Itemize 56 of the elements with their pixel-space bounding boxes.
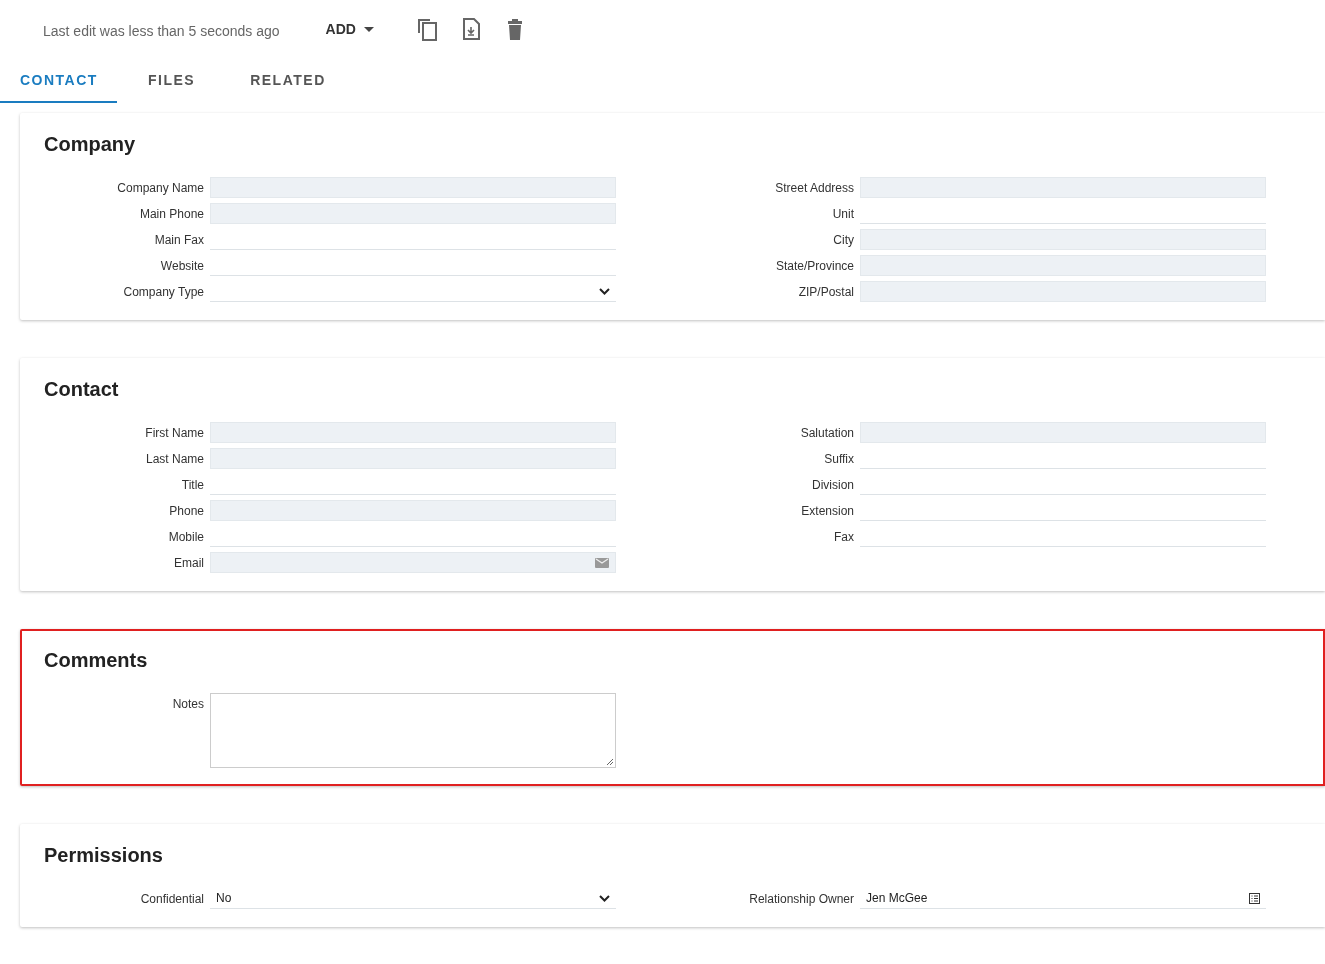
tab[interactable]: FILES (128, 58, 220, 103)
section-title: Company (44, 133, 137, 156)
field-label: Website (159, 258, 204, 273)
section-title: Comments (44, 649, 149, 672)
field-label: Division (811, 477, 854, 492)
field-value: Jen McGee (866, 891, 928, 905)
tab[interactable]: RELATED (230, 58, 350, 103)
input-field[interactable] (860, 229, 1266, 250)
field-label: Main Fax (153, 232, 204, 247)
input-field[interactable] (210, 177, 616, 198)
notes-field[interactable] (210, 693, 616, 768)
input-field[interactable] (210, 448, 616, 469)
tab[interactable]: CONTACT (0, 58, 117, 103)
resize-grip-icon[interactable] (606, 758, 614, 766)
dropdown-field[interactable]: No (210, 888, 616, 909)
field-value: No (216, 891, 232, 905)
add-button[interactable]: ADD (325, 21, 374, 37)
field-label: First Name (144, 425, 204, 440)
email-field[interactable] (210, 552, 616, 573)
chevron-down-icon (599, 286, 610, 296)
caret-icon (363, 26, 374, 32)
lookup-field[interactable]: Jen McGee (860, 888, 1266, 909)
input-field[interactable] (210, 422, 616, 443)
field-label: Main Phone (138, 206, 204, 221)
field-label: Email (173, 555, 204, 570)
field-label: Company Name (116, 180, 204, 195)
field-label: Extension (800, 503, 854, 518)
last-edit-status: Last edit was less than 5 seconds ago (43, 23, 280, 39)
list-icon[interactable] (1249, 892, 1260, 904)
section-title: Permissions (44, 844, 164, 867)
input-field[interactable] (860, 255, 1266, 276)
field-label: ZIP/Postal (797, 284, 854, 299)
field-label: Notes (171, 696, 204, 711)
input-field[interactable] (860, 422, 1266, 443)
field-label: Confidential (139, 891, 204, 906)
field-label: Street Address (774, 180, 854, 195)
field-label: Title (180, 477, 204, 492)
field-label: Last Name (144, 451, 204, 466)
field-label: Fax (833, 529, 854, 544)
input-field[interactable] (210, 203, 616, 224)
chevron-down-icon (599, 893, 610, 903)
field-label: Salutation (799, 425, 854, 440)
copy-icon[interactable] (415, 17, 438, 41)
field-label: Phone (168, 503, 204, 518)
field-label: Suffix (823, 451, 854, 466)
section-title: Contact (44, 378, 120, 401)
field-label: Mobile (167, 529, 204, 544)
field-label: Company Type (122, 284, 204, 299)
input-field[interactable] (860, 281, 1266, 302)
field-label: State/Province (774, 258, 854, 273)
field-label: Unit (831, 206, 854, 221)
input-field[interactable] (210, 500, 616, 521)
field-label: City (832, 232, 854, 247)
field-label: Relationship Owner (748, 891, 854, 906)
envelope-icon (595, 557, 609, 568)
input-field[interactable] (860, 177, 1266, 198)
